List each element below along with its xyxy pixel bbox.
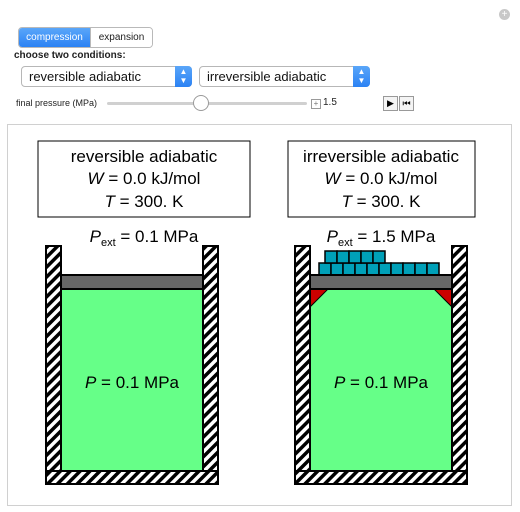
weight-block	[426, 262, 440, 276]
right-work: W = 0.0 kJ/mol	[325, 169, 438, 188]
pressure-label: final pressure (MPa)	[16, 98, 98, 108]
chevron-updown-icon: ▲ ▼	[175, 66, 192, 87]
weight-block	[402, 262, 416, 276]
right-gas-pressure: P = 0.1 MPa	[334, 373, 429, 392]
right-cylinder: irreversible adiabatic W = 0.0 kJ/mol T …	[287, 140, 476, 485]
mode-toggle[interactable]: compression expansion	[18, 27, 153, 48]
right-weights	[318, 250, 440, 276]
left-wall-right	[202, 245, 219, 485]
left-temperature: T = 300. K	[105, 192, 185, 211]
weight-block	[342, 262, 356, 276]
weight-block	[354, 262, 368, 276]
expand-icon[interactable]: +	[311, 99, 321, 109]
right-wall-right	[451, 245, 468, 485]
left-piston	[60, 274, 204, 290]
piston-diagram: reversible adiabatic W = 0.0 kJ/mol T = …	[37, 140, 476, 485]
weight-block	[360, 250, 374, 264]
weight-block	[414, 262, 428, 276]
weight-block	[390, 262, 404, 276]
left-condition-select[interactable]: reversible adiabatic ▲ ▼	[21, 66, 192, 87]
right-temperature: T = 300. K	[342, 192, 422, 211]
right-condition-select[interactable]: irreversible adiabatic ▲ ▼	[199, 66, 370, 87]
weight-block	[366, 262, 380, 276]
left-wall-bottom	[45, 470, 219, 485]
right-title: irreversible adiabatic	[303, 147, 459, 166]
expansion-tab[interactable]: expansion	[90, 28, 152, 47]
left-cylinder: reversible adiabatic W = 0.0 kJ/mol T = …	[37, 140, 251, 485]
step-back-button[interactable]: ⏮	[399, 96, 414, 111]
weight-block	[372, 250, 386, 264]
right-wall-bottom	[294, 470, 468, 485]
conditions-caption: choose two conditions:	[14, 50, 126, 61]
weight-block	[336, 250, 350, 264]
weight-block	[324, 250, 338, 264]
weight-block	[378, 262, 392, 276]
weight-block	[330, 262, 344, 276]
weight-block	[348, 250, 362, 264]
weight-block	[318, 262, 332, 276]
compression-tab[interactable]: compression	[19, 28, 90, 47]
play-button[interactable]: ▶	[383, 96, 398, 111]
display-panel: reversible adiabatic W = 0.0 kJ/mol T = …	[7, 124, 512, 506]
pressure-slider-thumb[interactable]	[193, 95, 209, 111]
right-condition-value: irreversible adiabatic	[207, 69, 327, 84]
right-external-pressure: Pext = 1.5 MPa	[327, 227, 436, 249]
left-external-pressure: Pext = 0.1 MPa	[90, 227, 199, 249]
add-icon[interactable]: +	[499, 9, 510, 20]
left-wall-left	[45, 245, 62, 485]
chevron-updown-icon: ▲ ▼	[353, 66, 370, 87]
left-condition-value: reversible adiabatic	[29, 69, 142, 84]
left-title: reversible adiabatic	[71, 147, 218, 166]
pressure-value: 1.5	[323, 97, 337, 108]
right-piston	[309, 274, 453, 290]
left-work: W = 0.0 kJ/mol	[88, 169, 201, 188]
right-wall-left	[294, 245, 311, 485]
left-gas-pressure: P = 0.1 MPa	[85, 373, 180, 392]
